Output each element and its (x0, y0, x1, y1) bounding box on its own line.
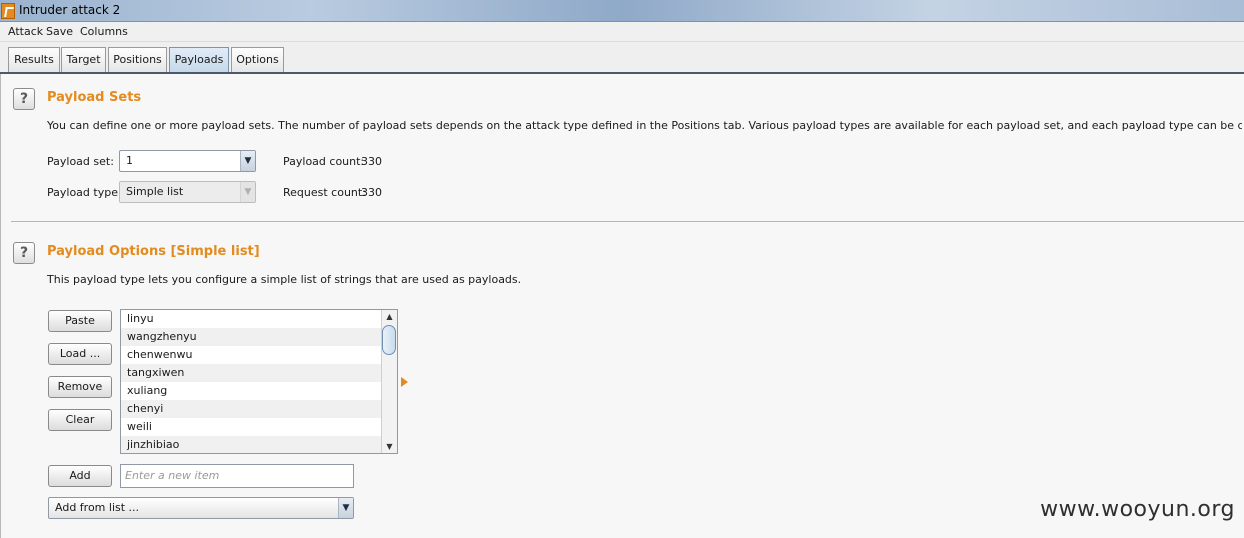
list-item[interactable]: chenwenwu (121, 346, 381, 364)
payload-type-value: Simple list (126, 185, 184, 198)
payload-count-label: Payload count: (283, 155, 365, 168)
list-item[interactable]: wangzhenyu (121, 328, 381, 346)
add-from-list-label: Add from list ... (55, 501, 140, 514)
payload-type-label: Payload type: (47, 186, 122, 199)
request-count-value: 330 (361, 186, 382, 199)
help-icon[interactable]: ? (13, 88, 35, 110)
chevron-down-icon: ▼ (240, 151, 255, 171)
tab-results[interactable]: Results (8, 47, 60, 72)
menu-columns[interactable]: Columns (80, 25, 128, 38)
tab-strip: Results Target Positions Payloads Option… (0, 42, 1244, 74)
chevron-down-icon: ▼ (240, 182, 255, 202)
scroll-up-arrow-icon[interactable]: ▲ (382, 310, 397, 323)
list-item[interactable]: tangxiwen (121, 364, 381, 382)
list-scrollbar[interactable]: ▲ ▼ (381, 310, 397, 453)
list-item[interactable]: linyu (121, 310, 381, 328)
add-from-list-select[interactable]: Add from list ... ▼ (48, 497, 354, 519)
payload-sets-title: Payload Sets (47, 90, 142, 105)
remove-button[interactable]: Remove (48, 376, 112, 398)
chevron-down-icon: ▼ (338, 498, 353, 518)
tab-options[interactable]: Options (231, 47, 284, 72)
payload-options-description: This payload type lets you configure a s… (47, 273, 522, 286)
payload-list[interactable]: linyu wangzhenyu chenwenwu tangxiwen xul… (120, 309, 398, 454)
payload-set-value: 1 (126, 154, 133, 167)
payload-set-select[interactable]: 1 ▼ (119, 150, 256, 172)
request-count-label: Request count: (283, 186, 366, 199)
list-item[interactable]: weili (121, 418, 381, 436)
menu-save[interactable]: Save (46, 25, 73, 38)
menu-bar: Attack Save Columns (0, 22, 1244, 42)
payload-type-select[interactable]: Simple list ▼ (119, 181, 256, 203)
payload-set-label: Payload set: (47, 155, 114, 168)
clear-button[interactable]: Clear (48, 409, 112, 431)
add-button[interactable]: Add (48, 465, 112, 487)
payload-sets-description: You can define one or more payload sets.… (47, 119, 1242, 132)
list-item[interactable]: jinzhibiao (121, 436, 381, 453)
watermark: www.wooyun.org (1040, 497, 1235, 522)
load-button[interactable]: Load ... (48, 343, 112, 365)
payload-count-value: 330 (361, 155, 382, 168)
tab-target[interactable]: Target (61, 47, 106, 72)
menu-attack[interactable]: Attack (8, 25, 43, 38)
payload-options-title: Payload Options [Simple list] (47, 244, 260, 259)
burp-app-icon (1, 3, 15, 19)
paste-button[interactable]: Paste (48, 310, 112, 332)
payloads-panel: ? Payload Sets You can define one or mor… (0, 74, 1244, 538)
list-item[interactable]: xuliang (121, 382, 381, 400)
section-divider (11, 221, 1244, 222)
tab-positions[interactable]: Positions (108, 47, 167, 72)
title-bar: Intruder attack 2 (0, 0, 1244, 22)
tab-payloads[interactable]: Payloads (169, 47, 229, 72)
scroll-down-arrow-icon[interactable]: ▼ (382, 440, 397, 453)
list-item[interactable]: chenyi (121, 400, 381, 418)
expand-arrow-icon[interactable] (401, 377, 408, 387)
new-item-input[interactable]: Enter a new item (120, 464, 354, 488)
scrollbar-thumb[interactable] (382, 325, 396, 355)
window-title: Intruder attack 2 (19, 3, 121, 17)
help-icon[interactable]: ? (13, 242, 35, 264)
